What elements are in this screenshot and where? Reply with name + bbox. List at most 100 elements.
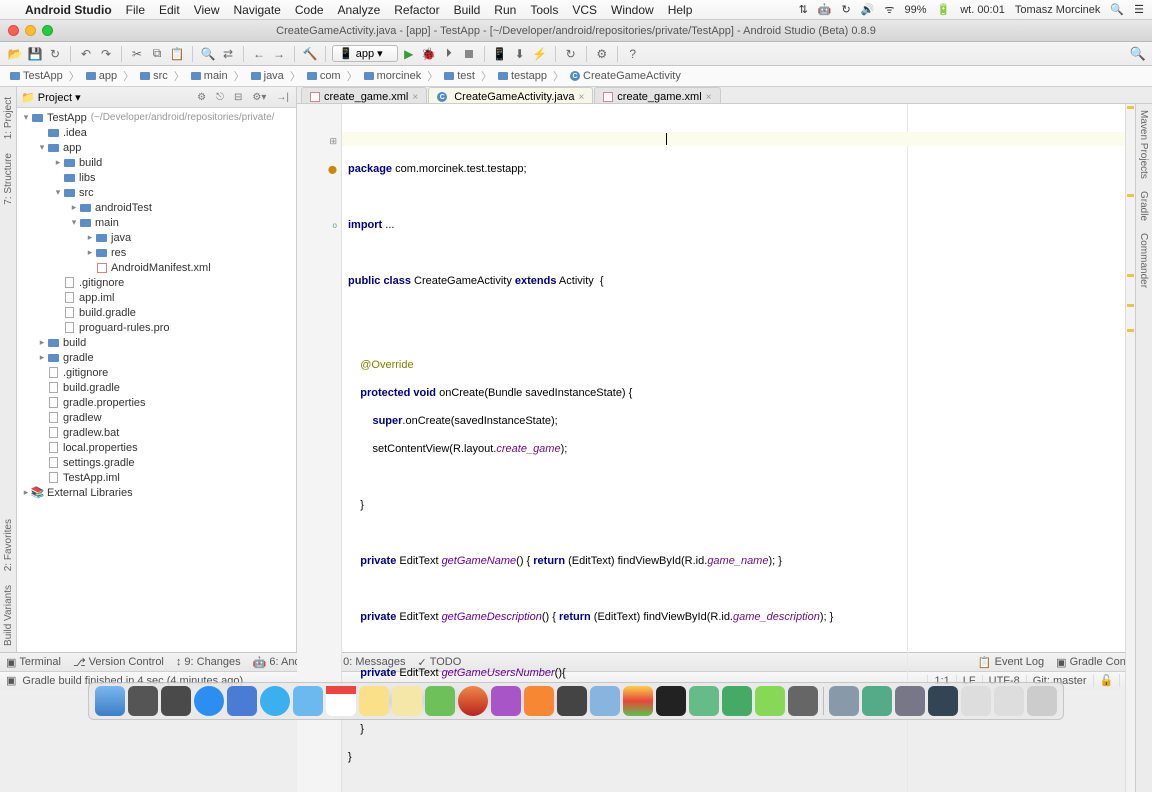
dock-generic2-icon[interactable] [689,686,719,716]
tab-close-icon[interactable]: × [412,92,418,103]
override-gutter-icon[interactable]: o [333,221,337,230]
tab-gradle[interactable]: Gradle [1136,185,1151,227]
tree-row[interactable]: AndroidManifest.xml [17,260,296,275]
replace-icon[interactable]: ⇄ [219,45,237,63]
tab-commander[interactable]: Commander [1136,227,1151,294]
dock-generic3-icon[interactable] [722,686,752,716]
tree-row[interactable]: proguard-rules.pro [17,320,296,335]
menu-view[interactable]: View [187,3,227,17]
breadcrumb-item[interactable]: app [82,70,121,82]
forward-icon[interactable]: → [270,45,288,63]
tree-row[interactable]: ▸📚External Libraries [17,485,296,500]
tree-row[interactable]: libs [17,170,296,185]
tree-row[interactable]: gradlew.bat [17,425,296,440]
menu-run[interactable]: Run [487,3,523,17]
dock-photobooth-icon[interactable] [491,686,521,716]
breadcrumb-item[interactable]: java [247,70,288,82]
undo-icon[interactable]: ↶ [77,45,95,63]
dock-trash-icon[interactable] [1027,686,1057,716]
cut-icon[interactable]: ✂ [128,45,146,63]
fold-import-icon[interactable]: ⊞ [329,136,337,147]
dock-finder-icon[interactable] [95,686,125,716]
tree-row[interactable]: .gitignore [17,365,296,380]
menu-tools[interactable]: Tools [523,3,565,17]
paste-icon[interactable]: 📋 [168,45,186,63]
dock-launchpad-icon[interactable] [128,686,158,716]
menu-file[interactable]: File [119,3,152,17]
menu-refactor[interactable]: Refactor [387,3,446,17]
tab-changes[interactable]: ↕ 9: Changes [176,656,241,668]
find-icon[interactable]: 🔍 [199,45,217,63]
settings2-icon[interactable]: ⚙▾ [249,92,269,103]
window-zoom-button[interactable] [42,25,53,36]
stop-button[interactable] [460,45,478,63]
tree-row[interactable]: .idea [17,125,296,140]
dock-notes-icon[interactable] [359,686,389,716]
dock-mail-icon[interactable] [227,686,257,716]
run-button[interactable]: ▶ [400,45,418,63]
dock-terminal-icon[interactable] [656,686,686,716]
tab-vcs[interactable]: ⎇ Version Control [73,656,164,669]
warning-marker[interactable] [1127,274,1134,277]
warning-marker[interactable] [1127,106,1134,109]
menu-help[interactable]: Help [661,3,700,17]
dock-itunes-icon[interactable] [458,686,488,716]
save-icon[interactable]: 💾 [26,45,44,63]
tree-row[interactable]: build.gradle [17,380,296,395]
tab-terminal[interactable]: ▣ Terminal [6,656,61,669]
tree-row[interactable]: build.gradle [17,305,296,320]
breadcrumb-item[interactable]: src [136,70,172,82]
spotlight-icon[interactable]: 🔍 [1110,3,1124,16]
sync-icon[interactable]: ↻ [46,45,64,63]
notification-center-icon[interactable]: ☰ [1134,3,1144,16]
project-view-select[interactable]: 📁 Project ▾ [21,91,81,104]
dock-messages-icon[interactable] [425,686,455,716]
breadcrumb-item[interactable]: CCreateGameActivity [566,70,685,82]
tree-row[interactable]: gradlew [17,410,296,425]
tree-row[interactable]: ▸build [17,335,296,350]
dock-settings-icon[interactable] [557,686,587,716]
dock-ibooks-icon[interactable] [524,686,554,716]
project-settings-icon[interactable]: ⚙ [194,92,209,103]
menu-edit[interactable]: Edit [152,3,187,17]
wifi-icon[interactable]: ᯤ [884,2,894,17]
dock-folder2-icon[interactable] [994,686,1024,716]
tree-row[interactable]: ▸java [17,230,296,245]
open-icon[interactable]: 📂 [6,45,24,63]
tree-row[interactable]: ▸gradle [17,350,296,365]
make-icon[interactable]: 🔨 [301,45,319,63]
menu-code[interactable]: Code [288,3,331,17]
tree-row[interactable]: .gitignore [17,275,296,290]
copy-icon[interactable]: ⧉ [148,45,166,63]
debug-button[interactable]: 🐞 [420,45,438,63]
breadcrumb-item[interactable]: com [303,70,345,82]
dock-androidstudio-icon[interactable] [755,686,785,716]
tree-row[interactable]: ▾TestApp(~/Developer/android/repositorie… [17,110,296,125]
tab-favorites[interactable]: 2: Favorites [2,513,15,577]
sdk-manager-icon[interactable]: ⬇ [511,45,529,63]
tree-row[interactable]: ▾app [17,140,296,155]
tree-row[interactable]: ▸build [17,155,296,170]
avd-manager-icon[interactable]: 📱 [491,45,509,63]
breadcrumb-item[interactable]: morcinek [360,70,426,82]
tab-structure[interactable]: 7: Structure [2,147,15,211]
editor-tab[interactable]: create_game.xml × [301,87,427,103]
help-icon[interactable]: ? [624,45,642,63]
window-close-button[interactable] [8,25,19,36]
project-tree[interactable]: ▾TestApp(~/Developer/android/repositorie… [17,108,296,652]
dock-downloads-icon[interactable] [928,686,958,716]
dock-generic1-icon[interactable] [590,686,620,716]
run-config-select[interactable]: 📱 app ▾ [332,45,398,62]
tab-build-variants[interactable]: Build Variants [2,579,15,652]
dock-safari-icon[interactable] [260,686,290,716]
dock-generic6-icon[interactable] [862,686,892,716]
dock-calendar-icon[interactable] [326,686,356,716]
redo-icon[interactable]: ↷ [97,45,115,63]
tree-row[interactable]: ▾main [17,215,296,230]
menu-window[interactable]: Window [604,3,661,17]
tree-row[interactable]: TestApp.iml [17,470,296,485]
app-menu[interactable]: Android Studio [18,3,119,17]
breadcrumb-item[interactable]: TestApp [6,70,67,82]
menu-analyze[interactable]: Analyze [331,3,388,17]
dock-missioncontrol-icon[interactable] [161,686,191,716]
